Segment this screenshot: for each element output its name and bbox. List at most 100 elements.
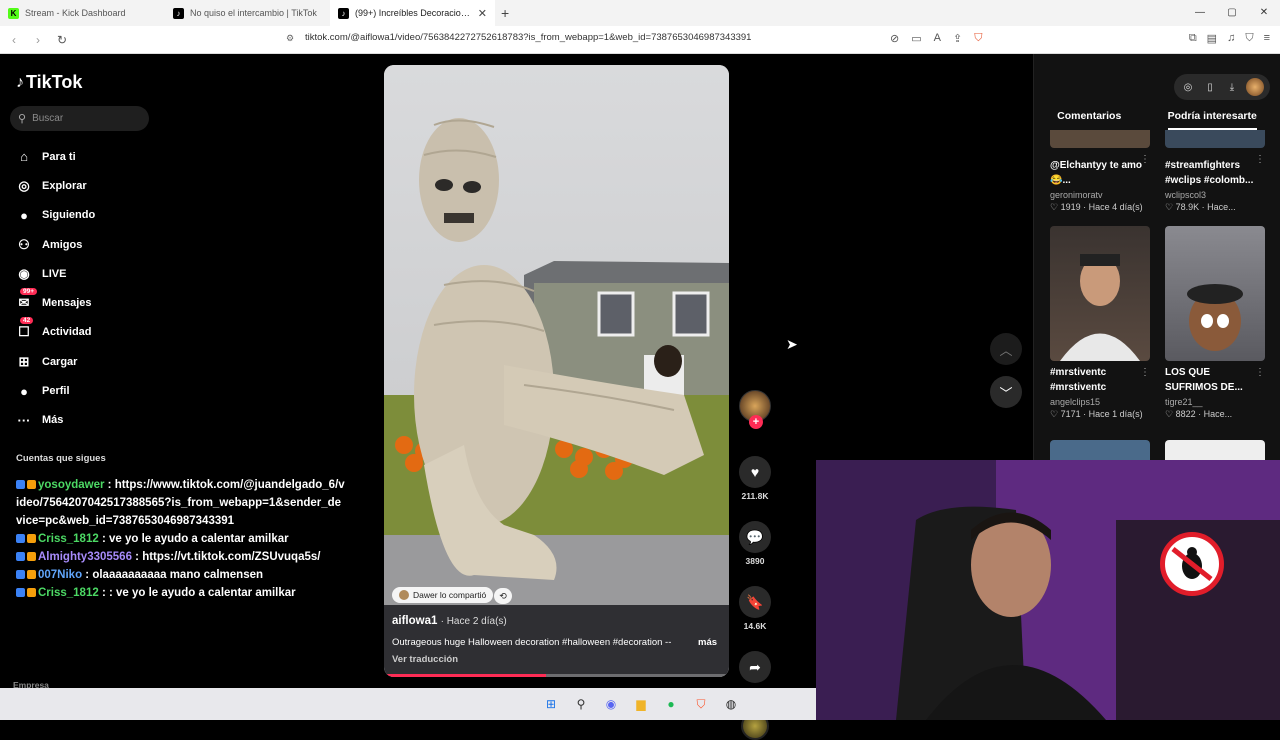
previous-video-button[interactable]: ︿ bbox=[990, 333, 1022, 365]
video-thumbnail[interactable] bbox=[1165, 130, 1265, 148]
shared-by-badge[interactable]: Dawer lo compartió bbox=[392, 587, 494, 603]
chat-username[interactable]: Criss_1812 bbox=[38, 587, 99, 599]
activity-icon: ☐ 42 bbox=[16, 317, 34, 340]
minimize-button[interactable]: — bbox=[1184, 0, 1216, 26]
close-tab-icon[interactable]: ✕ bbox=[478, 7, 487, 20]
browser-tab-kick[interactable]: K Stream - Kick Dashboard bbox=[0, 0, 165, 26]
share-button[interactable]: ➦ bbox=[739, 651, 771, 683]
sidebar-item-mensajes[interactable]: ✉ 99+ Mensajes bbox=[16, 288, 95, 317]
card-author: tigre21__ bbox=[1165, 397, 1203, 407]
heart-icon: ♥ bbox=[750, 464, 760, 480]
windows-start-icon[interactable]: ⊞ bbox=[541, 694, 561, 714]
site-info-icon[interactable]: ⚙ bbox=[286, 33, 294, 44]
cast-icon[interactable]: ▭ bbox=[911, 32, 921, 45]
sidebar-item-amigos[interactable]: ⚇ Amigos bbox=[16, 230, 95, 259]
suggested-video-card[interactable]: ⋮ #mrstiventc #mrstiventc angelclips15 ♡… bbox=[1050, 226, 1150, 420]
brave-browser-icon[interactable]: ⛉ bbox=[691, 694, 711, 714]
maximize-button[interactable]: ▢ bbox=[1216, 0, 1248, 26]
card-author: angelclips15 bbox=[1050, 397, 1101, 407]
save-button[interactable]: 🔖 bbox=[739, 586, 771, 618]
translate-icon[interactable]: A bbox=[934, 32, 941, 45]
browser-tab-tiktok-1[interactable]: ♪ No quiso el intercambio | TikTok bbox=[165, 0, 330, 26]
file-explorer-icon[interactable]: ▆ bbox=[631, 694, 651, 714]
suggested-video-card[interactable]: ⋮ @Elchantyy te amo 😂... geronimoratv ♡ … bbox=[1050, 154, 1150, 213]
following-avatar-icon: ● bbox=[20, 207, 28, 223]
notification-badge: 42 bbox=[20, 317, 34, 325]
chat-username[interactable]: Criss_1812 bbox=[38, 533, 99, 545]
sidebar-icon[interactable]: ▤ bbox=[1207, 32, 1217, 45]
vpn-icon[interactable]: ⛉ bbox=[1245, 32, 1253, 45]
more-options-icon[interactable]: ⋮ bbox=[1140, 154, 1150, 165]
menu-icon[interactable]: ≡ bbox=[1264, 32, 1270, 45]
right-panel: ◎ ▯ ⤓ Comentarios Podría interesarte ⋮ @… bbox=[1033, 54, 1280, 460]
video-progress-bar[interactable] bbox=[384, 674, 729, 677]
more-options-icon[interactable]: ⋮ bbox=[1140, 367, 1150, 378]
reload-icon[interactable]: ↻ bbox=[52, 33, 72, 47]
more-options-icon[interactable]: ⋮ bbox=[1255, 367, 1265, 378]
following-accounts-title: Cuentas que sigues bbox=[16, 453, 106, 464]
chat-username[interactable]: yosoydawer bbox=[38, 479, 104, 491]
search-icon[interactable]: ⚲ bbox=[571, 694, 591, 714]
close-window-button[interactable]: ✕ bbox=[1248, 0, 1280, 26]
more-description-button[interactable]: más bbox=[698, 637, 717, 648]
sidebar-item-cargar[interactable]: ⊞ Cargar bbox=[16, 347, 95, 376]
sidebar-item-más[interactable]: ··· Más bbox=[16, 406, 95, 435]
tab-label: (99+) Increíbles Decoraciones de bbox=[355, 8, 474, 18]
no-bug-sticker-icon bbox=[1160, 532, 1224, 596]
video-author-line[interactable]: aiflowa1 · Hace 2 día(s) bbox=[392, 615, 507, 627]
video-author[interactable]: aiflowa1 bbox=[392, 615, 437, 627]
user-avatar[interactable] bbox=[1246, 78, 1264, 96]
suggested-video-card[interactable]: ⋮ LOS QUE SUFRIMOS DE... tigre21__ ♡ 882… bbox=[1165, 226, 1265, 420]
obs-icon[interactable]: ◍ bbox=[721, 694, 741, 714]
compass-icon[interactable]: ◎ bbox=[1180, 79, 1196, 95]
music-icon[interactable]: ♫ bbox=[1227, 32, 1235, 45]
sidebar-item-siguiendo[interactable]: ● Siguiendo bbox=[16, 201, 95, 230]
brave-shield-icon[interactable]: ⛉ bbox=[974, 32, 982, 45]
download-icon[interactable]: ⤓ bbox=[1224, 79, 1240, 95]
author-avatar[interactable]: + bbox=[739, 390, 771, 429]
forward-icon[interactable]: › bbox=[28, 33, 48, 47]
extensions-icon[interactable]: ⧉ bbox=[1189, 32, 1197, 45]
back-icon[interactable]: ‹ bbox=[4, 33, 24, 47]
new-tab-button[interactable]: + bbox=[501, 5, 509, 21]
spotify-icon[interactable]: ● bbox=[661, 694, 681, 714]
sidebar-item-live[interactable]: ◉ LIVE bbox=[16, 259, 95, 288]
browser-tab-bar: K Stream - Kick Dashboard ♪ No quiso el … bbox=[0, 0, 1280, 26]
phone-icon[interactable]: ▯ bbox=[1202, 79, 1218, 95]
comment-button[interactable]: 💬 bbox=[739, 521, 771, 553]
see-translation-button[interactable]: Ver traducción bbox=[392, 654, 458, 665]
compass-icon: ◎ bbox=[18, 177, 30, 193]
no-tracking-icon[interactable]: ⊘ bbox=[890, 32, 899, 45]
sidebar-item-para-ti[interactable]: ⌂ Para ti bbox=[16, 142, 95, 171]
chat-username[interactable]: Almighty3305566 bbox=[38, 551, 132, 563]
tiktok-logo[interactable]: ♪ TikTok bbox=[16, 72, 82, 93]
video-thumbnail[interactable] bbox=[1165, 226, 1265, 361]
video-thumbnail[interactable] bbox=[1165, 440, 1265, 460]
video-thumbnail[interactable] bbox=[1050, 130, 1150, 148]
repost-icon[interactable]: ⟲ bbox=[494, 588, 512, 604]
sidebar-item-perfil[interactable]: ● Perfil bbox=[16, 376, 95, 405]
video-thumbnail[interactable] bbox=[1050, 226, 1150, 361]
chat-message: Almighty3305566 : https://vt.tiktok.com/… bbox=[16, 548, 346, 566]
windows-taskbar: ⊞ ⚲ ◉ ▆ ● ⛉ ◍ bbox=[0, 688, 816, 720]
tab-podria-interesarte[interactable]: Podría interesarte bbox=[1167, 110, 1257, 130]
discord-icon[interactable]: ◉ bbox=[601, 694, 621, 714]
url-field[interactable]: tiktok.com/@aiflowa1/video/7563842272752… bbox=[305, 32, 751, 43]
follow-plus-icon[interactable]: + bbox=[749, 415, 763, 429]
more-options-icon[interactable]: ⋮ bbox=[1255, 154, 1265, 165]
suggested-video-card[interactable]: ⋮ #streamfighters #wclips #colomb... wcl… bbox=[1165, 154, 1265, 213]
next-video-button[interactable]: ﹀ bbox=[990, 376, 1022, 408]
video-player[interactable]: Dawer lo compartió ⟲ aiflowa1 · Hace 2 d… bbox=[384, 65, 729, 677]
tab-comentarios[interactable]: Comentarios bbox=[1057, 110, 1121, 130]
browser-tab-tiktok-active[interactable]: ♪ (99+) Increíbles Decoraciones de ✕ bbox=[330, 0, 495, 26]
chat-badge-icon bbox=[16, 552, 25, 561]
chat-text: : https://vt.tiktok.com/ZSUvuqa5s/ bbox=[131, 551, 321, 563]
sidebar-item-explorar[interactable]: ◎ Explorar bbox=[16, 171, 95, 200]
video-thumbnail[interactable] bbox=[1050, 440, 1150, 460]
chat-username[interactable]: 007Niko bbox=[38, 569, 82, 581]
sidebar-item-actividad[interactable]: ☐ 42 Actividad bbox=[16, 317, 95, 347]
chat-badge-icon bbox=[16, 588, 25, 597]
like-button[interactable]: ♥ bbox=[739, 456, 771, 488]
search-input[interactable]: ⚲ Buscar bbox=[10, 106, 149, 131]
share-page-icon[interactable]: ⇪ bbox=[953, 32, 962, 45]
